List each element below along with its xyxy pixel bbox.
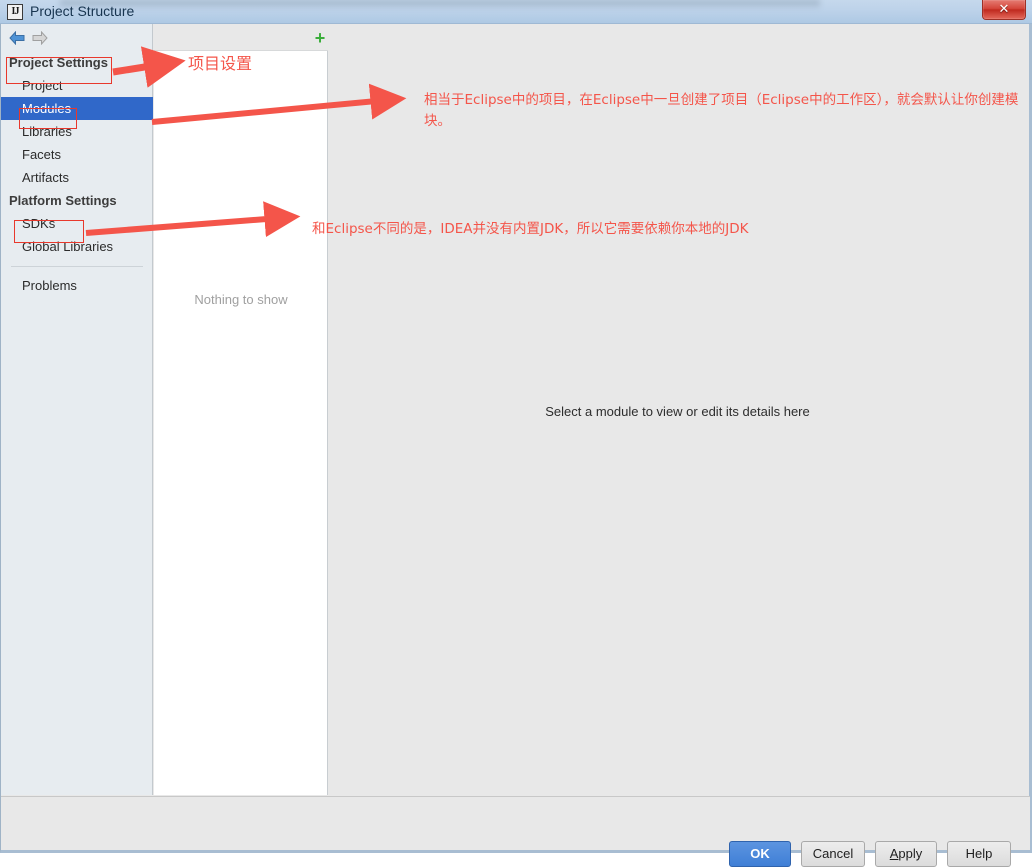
tree-group-platform-settings: Platform Settings — [9, 193, 117, 208]
sidebar-navigation — [1, 24, 153, 51]
sidebar-item-sdks[interactable]: SDKs — [1, 212, 153, 235]
sidebar-item-project[interactable]: Project — [1, 74, 153, 97]
settings-sidebar: Project Settings Project Modules Librari… — [1, 24, 153, 795]
sidebar-item-facets[interactable]: Facets — [1, 143, 153, 166]
settings-tree: Project Settings Project Modules Librari… — [1, 51, 153, 297]
apply-label-rest: pply — [898, 846, 923, 861]
ok-button[interactable]: OK — [729, 841, 791, 867]
modules-toolbar: + − — [154, 24, 375, 51]
window-body: Project Settings Project Modules Librari… — [0, 24, 1032, 867]
intellij-idea-icon: IJ — [7, 4, 23, 20]
window-title: Project Structure — [30, 3, 135, 19]
sidebar-item-libraries[interactable]: Libraries — [1, 120, 153, 143]
arrow-back-icon[interactable] — [9, 30, 25, 46]
plus-icon[interactable]: + — [311, 29, 329, 47]
arrow-forward-icon[interactable] — [32, 30, 48, 46]
sidebar-item-modules[interactable]: Modules — [1, 97, 153, 120]
project-structure-window: IJ Project Structure ✕ Project Settings … — [0, 0, 1032, 867]
title-bar: IJ Project Structure ✕ — [0, 0, 1032, 24]
titlebar-backdrop — [60, 0, 820, 9]
sidebar-divider — [11, 266, 143, 267]
modules-empty-label: Nothing to show — [194, 292, 288, 307]
sidebar-item-global-libraries[interactable]: Global Libraries — [1, 235, 153, 258]
modules-list-panel: + − Nothing to show — [154, 24, 375, 795]
tree-group-project-settings: Project Settings — [9, 55, 108, 70]
sidebar-item-artifacts[interactable]: Artifacts — [1, 166, 153, 189]
module-detail-hint: Select a module to view or edit its deta… — [545, 404, 810, 419]
sidebar-item-problems[interactable]: Problems — [1, 274, 153, 297]
close-icon[interactable]: ✕ — [982, 0, 1026, 20]
apply-button[interactable]: Apply — [875, 841, 937, 867]
cancel-button[interactable]: Cancel — [801, 841, 865, 867]
dialog-footer: OK Cancel Apply Help — [1, 796, 1030, 867]
help-button[interactable]: Help — [947, 841, 1011, 867]
module-detail-panel: Select a module to view or edit its deta… — [329, 24, 1026, 795]
